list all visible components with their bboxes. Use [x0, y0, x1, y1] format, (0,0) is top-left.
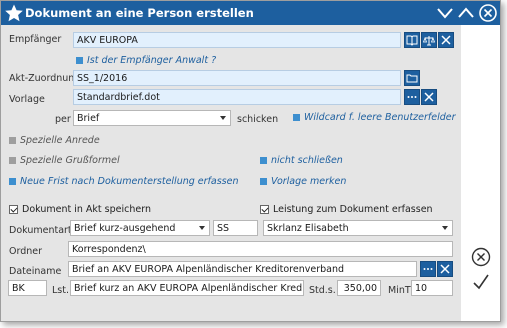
vorlage-merken-label: Vorlage merken [271, 176, 347, 187]
dokumentart-short-field[interactable]: SS [213, 220, 258, 236]
address-book-button[interactable] [404, 32, 420, 48]
wildcard-checkbox-label: Wildcard f. leere Benutzerfelder [304, 112, 456, 123]
folder-icon [406, 74, 418, 83]
title-bar: Dokument an eine Person erstellen [1, 1, 500, 25]
dokument-speichern-checkbox[interactable]: Dokument in Akt speichern [9, 204, 151, 215]
window-title: Dokument an eine Person erstellen [25, 6, 254, 20]
spezielle-grussformel-checkbox[interactable]: Spezielle Grußformel [9, 155, 120, 166]
anwalt-checkbox[interactable]: Ist der Empfänger Anwalt ? [76, 55, 216, 66]
maximize-icon[interactable] [456, 3, 476, 23]
leistung-erfassen-box [260, 205, 269, 214]
akt-label: Akt-Zuordnung [9, 73, 81, 84]
neue-frist-checkbox[interactable]: Neue Frist nach Dokumenterstellung erfas… [9, 176, 238, 187]
spezielle-anrede-checkbox[interactable]: Spezielle Anrede [9, 135, 100, 146]
ellipsis-icon [423, 268, 433, 270]
leistung-erfassen-label: Leistung zum Dokument erfassen [273, 204, 433, 215]
empfaenger-label: Empfänger [9, 34, 62, 45]
mint-field[interactable]: 10 [411, 280, 453, 296]
anwalt-checkbox-label: Ist der Empfänger Anwalt ? [87, 55, 217, 66]
per-select[interactable]: Brief [73, 110, 231, 126]
leistung-erfassen-checkbox[interactable]: Leistung zum Dokument erfassen [260, 204, 433, 215]
per-label: per [55, 114, 71, 125]
cancel-icon[interactable] [471, 247, 491, 267]
dateiname-clear-button[interactable] [437, 261, 453, 277]
dokument-speichern-box [9, 205, 18, 214]
empfaenger-clear-button[interactable] [438, 32, 454, 48]
star-icon [5, 4, 23, 22]
lst-label: Lst. [52, 285, 69, 296]
scales-icon [423, 35, 435, 45]
dialog-window: Dokument an eine Person erstellen Empfän… [0, 0, 501, 322]
spezielle-anrede-box [9, 137, 16, 144]
book-icon [406, 35, 418, 46]
schicken-label: schicken [237, 114, 279, 125]
dateiname-browse-button[interactable] [420, 261, 436, 277]
action-panel [461, 25, 500, 321]
vorlage-label: Vorlage [9, 94, 45, 105]
stds-field[interactable]: 350,00 [337, 280, 381, 296]
clear-icon [440, 264, 450, 274]
dokumentart-select[interactable]: Brief kurz-ausgehend [70, 220, 210, 236]
empfaenger-field[interactable]: AKV EUROPA [73, 32, 401, 48]
close-icon[interactable] [478, 3, 498, 23]
spezielle-grussformel-label: Spezielle Grußformel [20, 155, 120, 166]
dokument-speichern-label: Dokument in Akt speichern [22, 204, 151, 215]
form-area: Empfänger AKV EUROPA Ist der Empfänger A… [1, 25, 461, 321]
clear-icon [424, 92, 434, 102]
clear-icon [441, 35, 451, 45]
vorlage-field[interactable]: Standardbrief.dot [73, 89, 401, 105]
neue-frist-label: Neue Frist nach Dokumenterstellung erfas… [20, 176, 239, 187]
wildcard-checkbox[interactable]: Wildcard f. leere Benutzerfelder [293, 112, 456, 123]
neue-frist-box [9, 178, 16, 185]
dokumentart-label: Dokumentart [9, 225, 72, 236]
dateiname-field[interactable]: Brief an AKV EUROPA Alpenländischer Kred… [68, 261, 417, 277]
nicht-schliessen-label: nicht schließen [271, 155, 343, 166]
ordner-field[interactable]: Korrespondenz\ [68, 241, 453, 257]
minimize-icon[interactable] [435, 3, 455, 23]
wildcard-checkbox-box [293, 114, 300, 121]
vorlage-merken-box [260, 178, 267, 185]
stds-label: Std.s. [309, 285, 336, 296]
leistung-code-field[interactable]: BK [8, 280, 47, 296]
ellipsis-icon [407, 96, 417, 98]
lawyer-button[interactable] [421, 32, 437, 48]
akt-folder-button[interactable] [404, 70, 420, 86]
ordner-label: Ordner [9, 246, 43, 257]
person-select[interactable]: Skrlanz Elisabeth [263, 220, 453, 236]
vorlage-merken-checkbox[interactable]: Vorlage merken [260, 176, 346, 187]
leistung-text-field[interactable]: Brief kurz an AKV EUROPA Alpenländischer… [70, 280, 304, 296]
vorlage-clear-button[interactable] [421, 89, 437, 105]
nicht-schliessen-box [260, 157, 267, 164]
akt-field[interactable]: SS_1/2016 [73, 70, 401, 86]
vorlage-browse-button[interactable] [404, 89, 420, 105]
nicht-schliessen-checkbox[interactable]: nicht schließen [260, 155, 343, 166]
dateiname-label: Dateiname [9, 266, 62, 277]
confirm-icon[interactable] [472, 273, 490, 291]
spezielle-anrede-label: Spezielle Anrede [20, 135, 100, 146]
anwalt-checkbox-box [76, 57, 83, 64]
spezielle-grussformel-box [9, 157, 16, 164]
mint-label: MinT [388, 285, 411, 296]
